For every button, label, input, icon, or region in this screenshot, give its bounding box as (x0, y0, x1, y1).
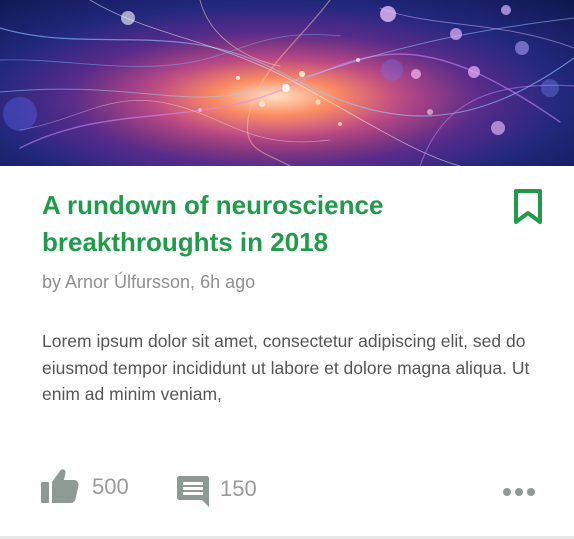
neural-network-illustration (0, 0, 574, 166)
comment-count: 150 (220, 476, 257, 501)
more-dots-icon (503, 488, 535, 496)
article-excerpt: Lorem ipsum dolor sit amet, consectetur … (42, 331, 530, 404)
article-byline: by Arnor Úlfursson, 6h ago (42, 272, 256, 292)
bookmark-button[interactable] (512, 188, 544, 226)
like-button[interactable] (40, 466, 80, 504)
more-options-button[interactable] (500, 480, 540, 504)
thumbs-up-icon (41, 469, 79, 503)
article-actions: 500 150 (0, 460, 574, 516)
like-count: 500 (92, 474, 129, 499)
article-card[interactable]: A rundown of neuroscience breakthroughts… (0, 0, 574, 536)
comment-button[interactable] (176, 474, 210, 508)
comment-icon (177, 476, 209, 507)
article-title[interactable]: A rundown of neuroscience breakthroughts… (42, 187, 472, 261)
bookmark-icon (514, 189, 542, 224)
hero-image (0, 0, 574, 166)
